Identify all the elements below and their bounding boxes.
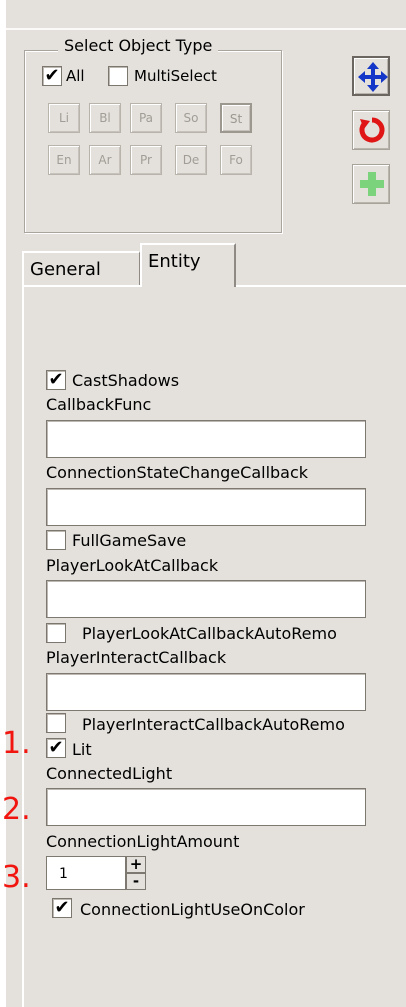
type-button-st[interactable]: St bbox=[220, 103, 252, 133]
rotate-icon bbox=[359, 117, 385, 143]
add-plus-icon bbox=[360, 172, 384, 196]
connection-light-amount-label: ConnectionLightAmount bbox=[46, 832, 240, 851]
player-look-at-auto-checkbox[interactable] bbox=[46, 623, 66, 643]
top-strip bbox=[6, 0, 406, 30]
move-tool-button[interactable] bbox=[352, 56, 390, 96]
annotation-3: 3. bbox=[2, 860, 31, 895]
multiselect-checkbox[interactable] bbox=[108, 66, 128, 86]
use-on-color-checkbox[interactable]: ✔ bbox=[52, 898, 72, 918]
type-button-pa[interactable]: Pa bbox=[130, 103, 162, 133]
group-title: Select Object Type bbox=[58, 36, 219, 55]
spin-down-button[interactable]: - bbox=[126, 873, 146, 890]
type-button-pr[interactable]: Pr bbox=[130, 145, 162, 175]
player-interact-label: PlayerInteractCallback bbox=[46, 648, 227, 667]
connection-state-label: ConnectionStateChangeCallback bbox=[46, 463, 309, 482]
connected-light-field[interactable] bbox=[46, 788, 366, 826]
callback-func-field[interactable] bbox=[46, 420, 366, 458]
all-label: All bbox=[66, 67, 85, 85]
type-button-de[interactable]: De bbox=[175, 145, 207, 175]
player-interact-field[interactable] bbox=[46, 673, 366, 711]
entity-tab-body bbox=[22, 285, 406, 1007]
cast-shadows-checkbox[interactable]: ✔ bbox=[46, 370, 66, 390]
annotation-2: 2. bbox=[2, 792, 31, 827]
rotate-tool-button[interactable] bbox=[352, 110, 390, 150]
connected-light-label: ConnectedLight bbox=[46, 764, 173, 783]
move-arrows-icon bbox=[358, 62, 388, 92]
use-on-color-label: ConnectionLightUseOnColor bbox=[80, 900, 305, 919]
player-look-at-field[interactable] bbox=[46, 580, 366, 618]
tab-entity[interactable]: Entity bbox=[140, 243, 236, 287]
all-checkbox[interactable]: ✔ bbox=[42, 66, 62, 86]
connection-state-field[interactable] bbox=[46, 488, 366, 526]
type-button-bl[interactable]: Bl bbox=[89, 103, 121, 133]
full-game-save-checkbox[interactable] bbox=[46, 530, 66, 550]
player-look-at-label: PlayerLookAtCallback bbox=[46, 556, 219, 575]
multiselect-label: MultiSelect bbox=[134, 67, 217, 85]
type-button-li[interactable]: Li bbox=[48, 103, 80, 133]
cast-shadows-label: CastShadows bbox=[72, 371, 180, 390]
player-interact-auto-checkbox[interactable] bbox=[46, 713, 66, 733]
lit-checkbox[interactable]: ✔ bbox=[46, 738, 66, 758]
callback-func-label: CallbackFunc bbox=[46, 395, 152, 414]
annotation-1: 1. bbox=[2, 726, 31, 761]
tab-general[interactable]: General bbox=[22, 251, 140, 287]
type-button-en[interactable]: En bbox=[48, 145, 80, 175]
spin-up-button[interactable]: + bbox=[126, 856, 146, 873]
full-game-save-label: FullGameSave bbox=[72, 531, 187, 550]
connection-light-amount-input[interactable]: 1 bbox=[46, 856, 126, 890]
scale-tool-button[interactable] bbox=[352, 164, 390, 204]
type-button-so[interactable]: So bbox=[175, 103, 207, 133]
type-button-fo[interactable]: Fo bbox=[220, 145, 252, 175]
lit-label: Lit bbox=[72, 740, 92, 759]
player-interact-auto-label: PlayerInteractCallbackAutoRemo bbox=[82, 715, 345, 734]
type-button-ar[interactable]: Ar bbox=[89, 145, 121, 175]
player-look-at-auto-label: PlayerLookAtCallbackAutoRemo bbox=[82, 624, 337, 643]
